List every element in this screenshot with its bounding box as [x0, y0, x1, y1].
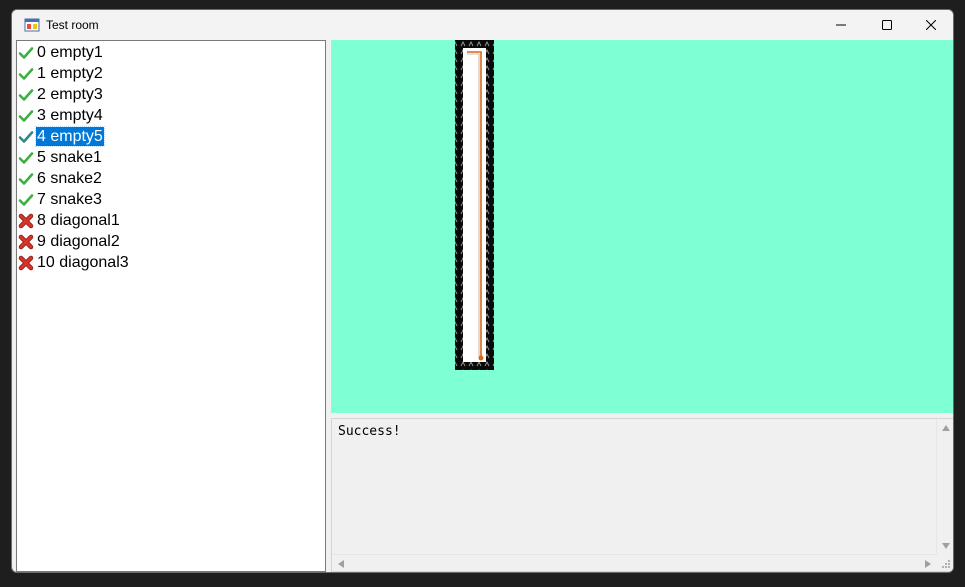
maximize-icon — [882, 20, 892, 30]
checkmark-icon — [18, 88, 34, 101]
console-output: Success! — [338, 424, 401, 439]
resize-grip[interactable] — [936, 554, 953, 571]
fail-x-icon — [18, 255, 34, 270]
scroll-left-icon — [337, 559, 344, 568]
list-item[interactable]: 3 empty4 — [18, 105, 104, 126]
fail-x-icon — [18, 213, 34, 228]
scroll-left-button[interactable] — [332, 555, 349, 572]
list-item[interactable]: 9 diagonal2 — [18, 231, 121, 252]
resize-grip-icon — [942, 560, 950, 568]
list-item-label: 6 snake2 — [37, 170, 102, 187]
window-title: Test room — [46, 18, 99, 32]
room-canvas — [455, 40, 494, 370]
list-item[interactable]: 7 snake3 — [18, 189, 103, 210]
list-item[interactable]: 6 snake2 — [18, 168, 103, 189]
list-item-label: 7 snake3 — [37, 191, 102, 208]
output-console[interactable]: Success! — [331, 418, 953, 572]
vertical-scrollbar[interactable] — [936, 419, 953, 554]
scroll-down-icon — [941, 542, 950, 549]
test-list[interactable]: 0 empty1 1 empty2 2 empty3 3 empty4 4 empty5… — [16, 40, 326, 572]
checkmark-icon — [18, 193, 34, 206]
list-item-label: 5 snake1 — [37, 149, 102, 166]
room-view[interactable] — [331, 40, 953, 413]
scroll-down-button[interactable] — [937, 537, 953, 554]
checkmark-icon — [18, 46, 34, 59]
horizontal-scrollbar[interactable] — [332, 554, 936, 571]
minimize-icon — [836, 24, 846, 26]
checkmark-icon — [18, 109, 34, 122]
scroll-right-icon — [924, 559, 931, 568]
close-button[interactable] — [908, 10, 953, 40]
maximize-button[interactable] — [864, 10, 910, 40]
title-bar[interactable]: Test room — [12, 10, 953, 40]
list-item-label: 1 empty2 — [37, 65, 103, 82]
room-floor — [463, 48, 486, 362]
list-item-label: 0 empty1 — [37, 44, 103, 61]
checkmark-icon — [18, 172, 34, 185]
list-item-label: 2 empty3 — [37, 86, 103, 103]
minimize-button[interactable] — [818, 10, 864, 40]
robot-marker — [478, 355, 484, 361]
list-item-label: 9 diagonal2 — [37, 233, 120, 250]
scroll-up-button[interactable] — [937, 419, 953, 436]
checkmark-icon — [18, 67, 34, 80]
list-item-label: 8 diagonal1 — [37, 212, 120, 229]
list-item-label: 10 diagonal3 — [37, 254, 129, 271]
list-item[interactable]: 2 empty3 — [18, 84, 104, 105]
test-room-window: Test room 0 empty1 1 empty2 2 empty3 3 empt… — [11, 9, 954, 573]
fail-x-icon — [18, 234, 34, 249]
list-item-label: 3 empty4 — [37, 107, 103, 124]
close-icon — [926, 20, 936, 30]
scroll-right-button[interactable] — [919, 555, 936, 572]
list-item[interactable]: 1 empty2 — [18, 63, 104, 84]
list-item[interactable]: 0 empty1 — [18, 42, 104, 63]
checkmark-icon — [18, 130, 34, 143]
list-item[interactable]: 10 diagonal3 — [18, 252, 130, 273]
scroll-up-icon — [941, 424, 950, 431]
list-item-label: 4 empty5 — [35, 126, 105, 147]
list-item[interactable]: 4 empty5 — [18, 126, 105, 147]
checkmark-icon — [18, 151, 34, 164]
app-window-icon — [24, 18, 40, 32]
list-item[interactable]: 5 snake1 — [18, 147, 103, 168]
list-item[interactable]: 8 diagonal1 — [18, 210, 121, 231]
